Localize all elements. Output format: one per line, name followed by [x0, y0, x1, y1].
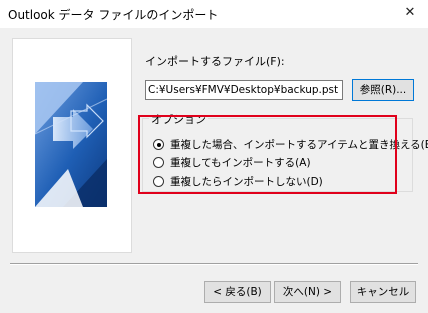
radio-dot [156, 142, 161, 147]
browse-button[interactable]: 参照(R)... [352, 79, 414, 101]
next-button[interactable]: 次へ(N) > [274, 281, 341, 303]
options-legend: オプション [149, 111, 208, 127]
radio-unselected-icon [153, 176, 164, 187]
file-label: インポートするファイル(F): [145, 55, 285, 68]
radio-label: 重複してもインポートする(A) [170, 157, 311, 169]
title-bar: Outlook データ ファイルのインポート ✕ [0, 0, 428, 28]
file-path-input[interactable] [145, 80, 343, 100]
dialog-client-area: インポートするファイル(F): 参照(R)... オプション 重複した場合、イン… [0, 28, 428, 313]
radio-unselected-icon [153, 157, 164, 168]
radio-label: 重複したらインポートしない(D) [170, 176, 323, 188]
import-wizard-graphic [12, 38, 132, 253]
back-button[interactable]: < 戻る(B) [204, 281, 271, 303]
window-title: Outlook データ ファイルのインポート [8, 8, 219, 22]
radio-label: 重複した場合、インポートするアイテムと置き換える(E) [170, 139, 428, 151]
separator [10, 263, 418, 265]
close-button[interactable]: ✕ [396, 2, 424, 24]
wizard-graphic-icon [13, 39, 131, 252]
radio-selected-icon [153, 139, 164, 150]
close-icon: ✕ [404, 5, 416, 20]
cancel-button[interactable]: キャンセル [350, 281, 416, 303]
